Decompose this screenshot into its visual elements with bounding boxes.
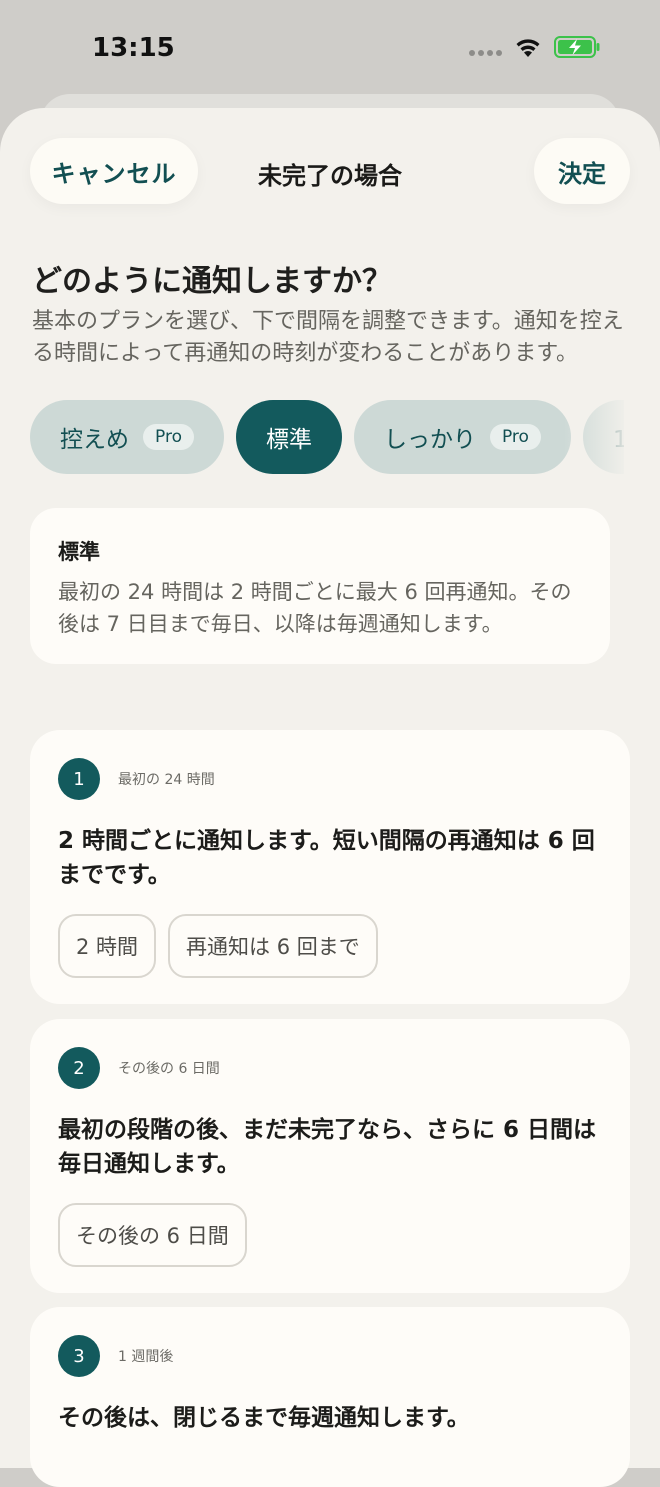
- plan-chip-label: 控えめ: [60, 427, 129, 453]
- duration-tag[interactable]: その後の 6 日間: [58, 1203, 247, 1267]
- plan-chip-label: 1日: [612, 427, 624, 453]
- wifi-icon: [514, 36, 542, 58]
- step-label: 1 週間後: [118, 1349, 174, 1365]
- step-number: 2: [58, 1047, 100, 1089]
- step-text: 最初の段階の後、まだ未完了なら、さらに 6 日間は毎日通知します。: [58, 1117, 597, 1177]
- step-label: 最初の 24 時間: [118, 772, 215, 788]
- step-card-1[interactable]: 1 最初の 24 時間 2 時間ごとに通知します。短い間隔の再通知は 6 回まで…: [30, 730, 630, 1004]
- plan-chip-label: しっかり: [383, 427, 476, 453]
- status-icons: [469, 36, 600, 58]
- signal-icon: [469, 38, 502, 56]
- repeat-limit-tag[interactable]: 再通知は 6 回まで: [168, 914, 378, 978]
- notification-settings-sheet: キャンセル 未完了の場合 決定 どのように通知しますか？ 基本のプランを選び、下…: [0, 108, 660, 1487]
- plan-chip-standard[interactable]: 標準: [235, 400, 342, 474]
- pro-badge: Pro: [143, 424, 194, 450]
- step-number: 1: [58, 758, 100, 800]
- confirm-button[interactable]: 決定: [534, 138, 630, 204]
- plan-chip-label: 標準: [265, 427, 312, 453]
- plan-chip-thorough[interactable]: しっかり Pro: [353, 400, 571, 474]
- summary-text: 最初の 24 時間は 2 時間ごとに最大 6 回再通知。その後は 7 日目まで毎…: [58, 580, 572, 636]
- step-card-2[interactable]: 2 その後の 6 日間 最初の段階の後、まだ未完了なら、さらに 6 日間は毎日通…: [30, 1019, 630, 1293]
- plan-chip-daily[interactable]: 1日: [582, 400, 624, 474]
- plan-selector: 控えめ Pro 標準 しっかり Pro 1日: [30, 400, 624, 474]
- page-heading: どのように通知しますか？: [32, 264, 392, 299]
- step-label: その後の 6 日間: [118, 1061, 220, 1077]
- pro-badge: Pro: [489, 424, 541, 450]
- step-number: 3: [58, 1335, 100, 1377]
- plan-chip-modest[interactable]: 控えめ Pro: [30, 400, 224, 474]
- plan-summary-card: 標準 最初の 24 時間は 2 時間ごとに最大 6 回再通知。その後は 7 日目…: [30, 508, 610, 664]
- page-description: 基本のプランを選び、下で間隔を調整できます。通知を控える時間によって再通知の時刻…: [32, 309, 624, 366]
- summary-title: 標準: [58, 540, 100, 564]
- battery-charging-icon: [554, 36, 600, 58]
- step-card-3[interactable]: 3 1 週間後 その後は、閉じるまで毎週通知します。: [30, 1307, 630, 1487]
- status-time: 13:15: [92, 33, 175, 63]
- interval-tag[interactable]: 2 時間: [58, 914, 157, 978]
- status-bar: 13:15: [0, 0, 660, 96]
- step-text: 2 時間ごとに通知します。短い間隔の再通知は 6 回までです。: [58, 828, 595, 888]
- step-text: その後は、閉じるまで毎週通知します。: [58, 1405, 470, 1431]
